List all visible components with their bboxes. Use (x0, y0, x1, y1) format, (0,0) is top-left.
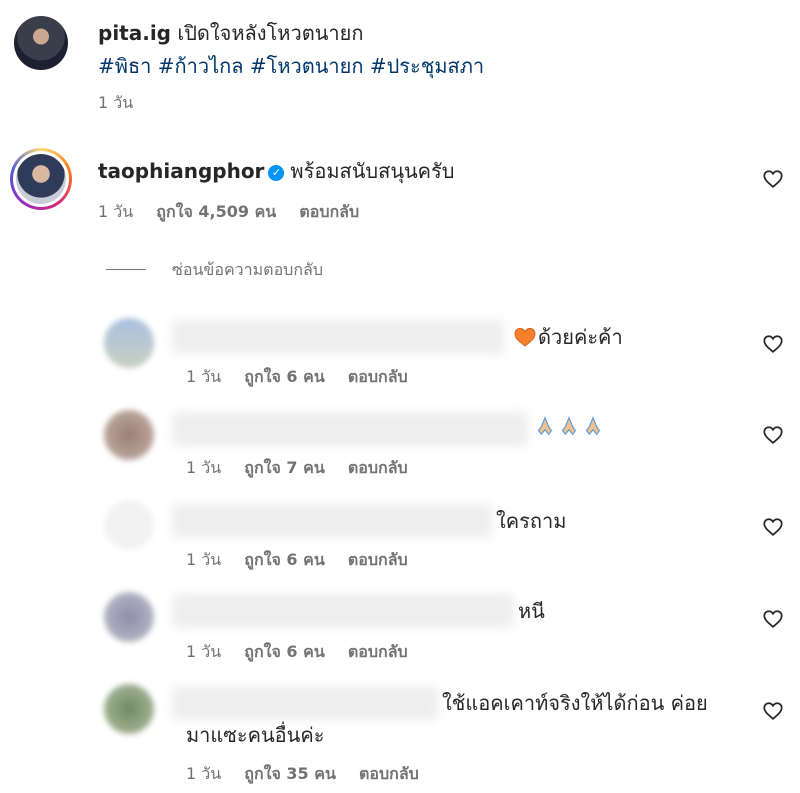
reply-avatar[interactable] (104, 500, 154, 550)
blurred-username (172, 686, 438, 720)
reply-time[interactable]: 1 วัน (186, 458, 221, 477)
reply-likes[interactable]: ถูกใจ 35 คน (244, 764, 336, 783)
like-heart-icon[interactable] (762, 333, 784, 355)
folded-hands-icon (537, 416, 553, 436)
orange-heart-icon (514, 327, 536, 347)
like-heart-icon[interactable] (762, 516, 784, 538)
like-heart-icon[interactable] (762, 424, 784, 446)
caption: pita.ig เปิดใจหลังโหวตนายก (98, 20, 363, 46)
like-heart-icon[interactable] (762, 168, 784, 190)
reply-likes[interactable]: ถูกใจ 6 คน (244, 367, 324, 386)
reply-likes[interactable]: ถูกใจ 7 คน (244, 458, 324, 477)
main-comment: taophiangphor ✓ พร้อมสนับสนุนครับ (98, 158, 454, 184)
reply-text-line1: ใช้แอคเคาท์จริงให้ได้ก่อน ค่อย (442, 691, 708, 715)
hide-replies-button[interactable]: ซ่อนข้อความตอบกลับ (106, 258, 323, 282)
main-comment-text: พร้อมสนับสนุนครับ (290, 159, 455, 183)
folded-hands-icon (561, 416, 577, 436)
commenter-avatar[interactable] (10, 148, 72, 210)
reply-likes[interactable]: ถูกใจ 6 คน (244, 550, 324, 569)
reply-text: ด้วยค่ะค้า (538, 325, 623, 349)
reply-meta: 1 วัน ถูกใจ 35 คน ตอบกลับ (186, 763, 437, 785)
verified-badge-icon: ✓ (268, 165, 285, 181)
reply-meta: 1 วัน ถูกใจ 7 คน ตอบกลับ (186, 457, 426, 479)
main-comment-username[interactable]: taophiangphor (98, 159, 264, 183)
main-comment-time[interactable]: 1 วัน (98, 202, 133, 221)
reply-button[interactable]: ตอบกลับ (348, 367, 408, 386)
reply-avatar[interactable] (104, 410, 154, 460)
reply-text-line2: มาแซะคนอื่นค่ะ (186, 723, 325, 747)
reply-time[interactable]: 1 วัน (186, 367, 221, 386)
hide-replies-label: ซ่อนข้อความตอบกลับ (172, 260, 323, 279)
main-comment-meta: 1 วัน ถูกใจ 4,509 คน ตอบกลับ (98, 201, 377, 223)
folded-hands-icon (585, 416, 601, 436)
blurred-username (172, 504, 492, 538)
main-comment-reply-button[interactable]: ตอบกลับ (299, 202, 359, 221)
like-heart-icon[interactable] (762, 608, 784, 630)
reply-meta: 1 วัน ถูกใจ 6 คน ตอบกลับ (186, 366, 426, 388)
reply-time[interactable]: 1 วัน (186, 642, 221, 661)
reply-text-row (534, 414, 606, 440)
reply-button[interactable]: ตอบกลับ (348, 550, 408, 569)
blurred-username (172, 320, 504, 354)
reply-likes[interactable]: ถูกใจ 6 คน (244, 642, 324, 661)
like-heart-icon[interactable] (762, 700, 784, 722)
blurred-username (172, 594, 514, 628)
reply-button[interactable]: ตอบกลับ (348, 458, 408, 477)
reply-meta: 1 วัน ถูกใจ 6 คน ตอบกลับ (186, 641, 426, 663)
main-comment-likes[interactable]: ถูกใจ 4,509 คน (156, 202, 276, 221)
reply-time[interactable]: 1 วัน (186, 550, 221, 569)
reply-avatar[interactable] (104, 684, 154, 734)
reply-button[interactable]: ตอบกลับ (359, 764, 419, 783)
divider-line (106, 269, 146, 270)
reply-avatar[interactable] (104, 592, 154, 642)
blurred-username (172, 412, 528, 446)
reply-time[interactable]: 1 วัน (186, 764, 221, 783)
reply-meta: 1 วัน ถูกใจ 6 คน ตอบกลับ (186, 549, 426, 571)
author-avatar[interactable] (14, 16, 68, 70)
reply-avatar[interactable] (104, 318, 154, 368)
caption-time-text[interactable]: 1 วัน (98, 93, 133, 112)
caption-time: 1 วัน (98, 92, 151, 114)
reply-text-row: ด้วยค่ะค้า (514, 324, 623, 350)
caption-hashtags[interactable]: #พิธา #ก้าวไกล #โหวตนายก #ประชุมสภา (98, 52, 484, 80)
reply-button[interactable]: ตอบกลับ (348, 642, 408, 661)
caption-username[interactable]: pita.ig (98, 21, 171, 45)
caption-text: เปิดใจหลังโหวตนายก (177, 21, 364, 45)
reply-text: ใครถาม (496, 509, 567, 533)
reply-text: หนี (518, 599, 545, 623)
